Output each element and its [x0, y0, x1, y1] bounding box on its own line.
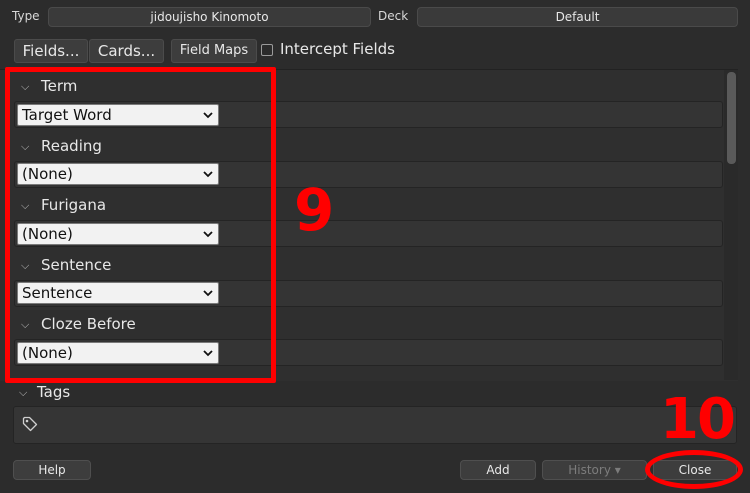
intercept-fields-label: Intercept Fields	[280, 40, 395, 58]
tags-editor[interactable]	[13, 406, 737, 444]
cards-button[interactable]: Cards...	[89, 39, 164, 63]
deck-label: Deck	[378, 9, 409, 23]
fields-button[interactable]: Fields...	[14, 39, 88, 63]
annotation-highlight-box	[5, 67, 276, 383]
help-button[interactable]: Help	[13, 460, 91, 480]
tag-icon	[22, 416, 38, 432]
fields-scrollbar-thumb[interactable]	[727, 72, 736, 164]
deck-selector[interactable]: Default	[417, 7, 738, 27]
annotation-number-9: 9	[294, 176, 335, 244]
intercept-fields-checkbox[interactable]	[261, 44, 273, 56]
tags-label: Tags	[37, 383, 71, 401]
chevron-down-icon[interactable]: ⌵	[19, 386, 27, 400]
field-maps-button[interactable]: Field Maps	[171, 39, 257, 63]
add-button[interactable]: Add	[460, 460, 536, 480]
annotation-close-ellipse	[645, 450, 743, 489]
annotation-number-10: 10	[660, 387, 736, 452]
note-type-selector[interactable]: jidoujisho Kinomoto	[48, 7, 371, 27]
type-label: Type	[12, 9, 40, 23]
history-button[interactable]: History ▾	[542, 460, 647, 480]
